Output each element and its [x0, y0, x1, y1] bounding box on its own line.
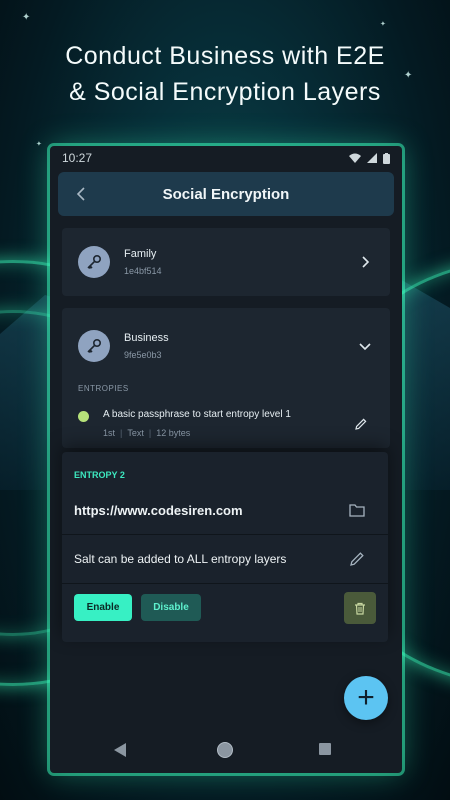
entropy-order: 1st: [103, 428, 116, 438]
entropy-type: Text: [127, 428, 144, 438]
page-title: Social Encryption: [162, 185, 290, 203]
status-icons: [349, 152, 390, 164]
entropies-label: ENTROPIES: [78, 384, 129, 393]
nav-home-icon[interactable]: [217, 742, 233, 758]
key-avatar-icon: [78, 246, 110, 278]
pencil-icon[interactable]: [348, 550, 366, 568]
status-dot: [78, 411, 89, 422]
entropy-url: https://www.codesiren.com: [74, 502, 243, 518]
app-bar: Social Encryption: [58, 172, 394, 216]
signal-icon: [367, 153, 377, 163]
status-bar: 10:27: [50, 146, 402, 170]
star-icon: ✦: [380, 21, 386, 28]
disable-button[interactable]: Disable: [141, 594, 201, 621]
promo-headline: Conduct Business with E2E & Social Encry…: [0, 38, 450, 110]
enable-button[interactable]: Enable: [74, 594, 132, 621]
star-icon: ✦: [36, 141, 42, 148]
contact-hash: 1e4bf514: [124, 266, 162, 276]
chevron-down-icon[interactable]: [358, 339, 372, 353]
contact-name: Family: [124, 248, 157, 260]
contact-name: Business: [124, 332, 169, 344]
entropy-meta: 1st | Text | 12 bytes: [103, 428, 191, 438]
back-arrow-icon[interactable]: [72, 184, 92, 204]
battery-icon: [383, 152, 390, 164]
status-time: 10:27: [62, 151, 93, 165]
entropy-2-panel: ENTROPY 2 https://www.codesiren.com Salt…: [62, 452, 388, 642]
headline-line-2: & Social Encryption Layers: [69, 78, 381, 106]
entropy-2-label: ENTROPY 2: [74, 470, 125, 480]
nav-back-icon[interactable]: [114, 743, 126, 757]
salt-text: Salt can be added to ALL entropy layers: [74, 552, 287, 566]
contact-card-business: Business 9fe5e0b3 ENTROPIES A basic pass…: [62, 308, 390, 448]
entropy-title: A basic passphrase to start entropy leve…: [103, 409, 291, 420]
action-buttons: Enable Disable: [62, 584, 388, 631]
salt-row[interactable]: Salt can be added to ALL entropy layers: [62, 535, 388, 584]
wifi-icon: [349, 153, 361, 163]
contact-header-business[interactable]: Business 9fe5e0b3: [62, 308, 390, 384]
entropy-size: 12 bytes: [156, 428, 191, 438]
contact-card-family[interactable]: Family 1e4bf514: [62, 228, 390, 296]
add-button[interactable]: +: [344, 676, 388, 720]
delete-button[interactable]: [344, 592, 376, 624]
list-item: A basic passphrase to start entropy leve…: [62, 409, 390, 438]
chevron-right-icon[interactable]: [358, 255, 372, 269]
key-icon: [87, 338, 102, 354]
trash-icon: [355, 602, 365, 615]
folder-icon[interactable]: [348, 501, 366, 519]
star-icon: ✦: [22, 12, 31, 23]
key-icon: [87, 254, 102, 270]
pencil-icon[interactable]: [354, 417, 368, 431]
key-avatar-icon: [78, 330, 110, 362]
headline-line-1: Conduct Business with E2E: [65, 42, 385, 70]
url-row[interactable]: https://www.codesiren.com: [62, 486, 388, 535]
android-nav-bar: [50, 735, 402, 765]
nav-recents-icon[interactable]: [319, 743, 331, 755]
contact-hash: 9fe5e0b3: [124, 350, 162, 360]
